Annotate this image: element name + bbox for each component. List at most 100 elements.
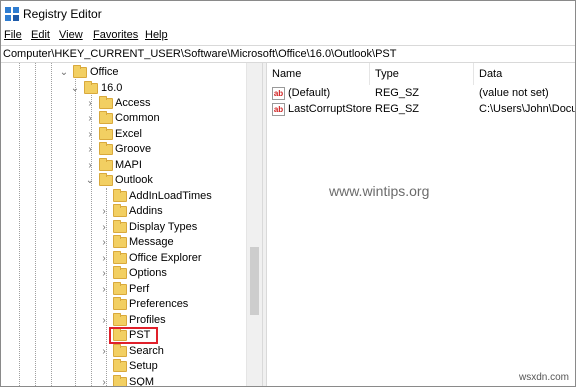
tree-item-sqm[interactable]: › SQM: [99, 375, 246, 386]
chevron-right-icon[interactable]: ›: [99, 266, 109, 281]
tree-item-label: SQM: [129, 376, 155, 386]
tree-item-label: Office Explorer: [129, 252, 202, 264]
menu-help[interactable]: Help: [145, 29, 168, 41]
folder-icon: [73, 65, 87, 78]
tree-item-label: Outlook: [115, 174, 153, 186]
chevron-down-icon[interactable]: ⌄: [59, 65, 69, 80]
folder-icon: [113, 220, 127, 233]
folder-icon: [99, 173, 113, 186]
value-type: REG_SZ: [375, 87, 420, 99]
tree-item-label: Office: [90, 66, 119, 78]
tree-item-label: Common: [115, 112, 160, 124]
tree-item-label: Groove: [115, 143, 152, 155]
folder-icon: [113, 204, 127, 217]
value-name: (Default): [288, 87, 331, 99]
tree-item-label: Setup: [129, 360, 158, 372]
chevron-right-icon[interactable]: ›: [99, 220, 109, 235]
tree-item-perf[interactable]: › Perf: [99, 282, 246, 297]
folder-icon: [113, 282, 127, 295]
tree-item-access[interactable]: › Access: [85, 96, 245, 111]
value-data: C:\Users\John\Docum: [479, 103, 575, 115]
title-bar: Registry Editor: [1, 1, 575, 27]
chevron-right-icon[interactable]: ›: [99, 251, 109, 266]
tree-item-label: Message: [129, 236, 174, 248]
folder-icon: [99, 127, 113, 140]
tree-item-excel[interactable]: › Excel: [85, 127, 245, 142]
pst-highlight-box: [109, 327, 158, 344]
tree-item-options[interactable]: › Options: [99, 266, 246, 281]
address-path[interactable]: Computer\HKEY_CURRENT_USER\Software\Micr…: [3, 48, 397, 60]
folder-icon: [99, 111, 113, 124]
tree-item-preferences[interactable]: Preferences: [99, 297, 246, 312]
tree-item-label: Display Types: [129, 221, 198, 233]
tree-item-label: Preferences: [129, 298, 189, 310]
tree-item-profiles[interactable]: › Profiles: [99, 313, 246, 328]
tree-item-search[interactable]: › Search: [99, 344, 246, 359]
column-header-type[interactable]: Type: [370, 63, 474, 85]
tree-guide-line: [75, 79, 76, 386]
tree-item-addins[interactable]: › Addins: [99, 204, 246, 219]
address-bar[interactable]: Computer\HKEY_CURRENT_USER\Software\Micr…: [1, 45, 575, 63]
chevron-down-icon[interactable]: ⌄: [85, 173, 95, 188]
column-header-label: Name: [272, 68, 302, 80]
column-header-name[interactable]: Name: [267, 63, 370, 85]
string-value-icon: ab: [272, 103, 285, 116]
chevron-down-icon[interactable]: ⌄: [70, 81, 80, 96]
tree-scrollbar[interactable]: [246, 63, 262, 386]
tree-item-groove[interactable]: › Groove: [85, 142, 245, 157]
window-title: Registry Editor: [23, 7, 102, 21]
chevron-right-icon[interactable]: ›: [99, 235, 109, 250]
folder-icon: [113, 375, 127, 386]
folder-icon: [99, 158, 113, 171]
column-header-data[interactable]: Data: [474, 63, 575, 85]
tree-item-label: Excel: [115, 128, 142, 140]
menu-view[interactable]: View: [59, 29, 83, 41]
chevron-right-icon[interactable]: ›: [85, 96, 95, 111]
values-list[interactable]: Name Type Data ab (Default) REG_SZ (valu…: [267, 63, 575, 386]
folder-icon: [99, 142, 113, 155]
tree-item-label: 16.0: [101, 82, 123, 94]
tree-item-setup[interactable]: Setup: [99, 359, 246, 374]
tree-item-office-explorer[interactable]: › Office Explorer: [99, 251, 246, 266]
tree-item-label: AddInLoadTimes: [129, 190, 212, 202]
tree-item-outlook[interactable]: ⌄ Outlook: [85, 173, 245, 188]
chevron-right-icon[interactable]: ›: [85, 158, 95, 173]
menu-file[interactable]: File: [4, 29, 22, 41]
chevron-right-icon[interactable]: ›: [85, 127, 95, 142]
chevron-right-icon[interactable]: ›: [99, 282, 109, 297]
menu-edit[interactable]: Edit: [31, 29, 50, 41]
menu-view-label: View: [59, 29, 83, 41]
tree-item-label: Search: [129, 345, 164, 357]
tree-item-16-0[interactable]: ⌄ 16.0: [70, 81, 240, 96]
value-name: LastCorruptStore: [288, 103, 372, 115]
tree-guide-line: [51, 63, 52, 386]
tree-item-office[interactable]: ⌄ Office: [59, 65, 239, 80]
list-row[interactable]: ab LastCorruptStore REG_SZ C:\Users\John…: [267, 102, 575, 118]
tree-item-mapi[interactable]: › MAPI: [85, 158, 245, 173]
folder-icon: [113, 266, 127, 279]
corner-watermark: wsxdn.com: [518, 372, 569, 383]
chevron-right-icon[interactable]: ›: [85, 111, 95, 126]
column-header-label: Data: [479, 68, 503, 80]
value-type: REG_SZ: [375, 103, 420, 115]
scrollbar-thumb[interactable]: [250, 247, 259, 315]
tree-item-addinloadtimes[interactable]: AddInLoadTimes: [99, 189, 246, 204]
tree-item-display-types[interactable]: › Display Types: [99, 220, 246, 235]
chevron-right-icon[interactable]: ›: [99, 313, 109, 328]
list-row[interactable]: ab (Default) REG_SZ (value not set): [267, 86, 575, 102]
tree-guide-line: [35, 63, 36, 386]
chevron-right-icon[interactable]: ›: [99, 375, 109, 386]
chevron-right-icon[interactable]: ›: [99, 204, 109, 219]
tree-item-message[interactable]: › Message: [99, 235, 246, 250]
registry-editor-window: Registry Editor File Edit View Favorites…: [0, 0, 576, 387]
chevron-right-icon[interactable]: ›: [99, 344, 109, 359]
menu-help-label: Help: [145, 29, 168, 41]
tree-item-label: Options: [129, 267, 167, 279]
tree-item-label: Access: [115, 97, 151, 109]
folder-icon: [113, 297, 127, 310]
folder-icon: [113, 235, 127, 248]
chevron-right-icon[interactable]: ›: [85, 142, 95, 157]
tree-item-common[interactable]: › Common: [85, 111, 245, 126]
folder-icon: [99, 96, 113, 109]
menu-favorites[interactable]: Favorites: [93, 29, 138, 41]
